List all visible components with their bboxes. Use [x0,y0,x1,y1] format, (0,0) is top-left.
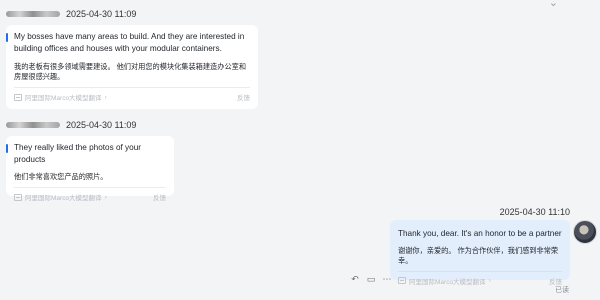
message-timestamp: 2025-04-30 11:10 [499,207,570,217]
translate-icon [14,193,22,201]
feedback-link[interactable]: 反馈 [153,192,166,202]
translate-icon [14,93,22,101]
message-bubble[interactable]: My bosses have many areas to build. And … [6,25,258,109]
translation-footer: 阿里国际Marco大模型翻译 › 反馈 [14,192,166,202]
feedback-link[interactable]: 反馈 [549,276,562,286]
translated-text: 我的老板有很多领域需要建设。 他们对用您的模块化集装箱建造办公室和房屋很感兴趣。 [14,62,247,81]
original-text: They really liked the photos of your pro… [14,143,141,164]
reply-icon[interactable]: ↶ [350,274,360,284]
message-bubble[interactable]: Thank you, dear. It's an honor to be a p… [390,220,570,286]
quote-icon[interactable]: ▭ [366,274,376,284]
divider [14,87,250,88]
scroll-chevron-icon[interactable]: ⌄ [549,0,558,9]
translator-label: 阿里国际Marco大模型翻译 [25,95,102,102]
translator-label: 阿里国际Marco大模型翻译 [409,278,486,286]
redacted-sender-name [6,11,60,17]
message-header: 2025-04-30 11:09 [6,8,258,20]
incoming-message: 2025-04-30 11:09 My bosses have many are… [6,8,258,109]
chevron-right-icon: › [488,277,491,284]
message-timestamp: 2025-04-30 11:09 [66,9,137,19]
original-text: Thank you, dear. It's an honor to be a p… [398,229,562,238]
unread-accent-bar [6,33,8,42]
divider [398,270,562,272]
avatar[interactable] [573,220,597,244]
message-actions: ↶ ▭ ⋯ [350,274,392,284]
message-timestamp: 2025-04-30 11:09 [66,120,137,130]
incoming-message: 2025-04-30 11:09 They really liked the p… [6,119,174,202]
translation-footer: 阿里国际Marco大模型翻译 › 反馈 [14,92,250,102]
translated-text: 他们非常喜欢您产品的照片。 [14,172,108,181]
divider [14,187,166,188]
translated-text: 谢谢你，亲爱的。 作为合作伙伴，我们感到非常荣幸。 [398,245,559,265]
redacted-sender-name [6,122,60,128]
more-icon[interactable]: ⋯ [382,274,392,284]
read-status: 已读 [555,287,569,294]
outgoing-message: 2025-04-30 11:10 Thank you, dear. It's a… [390,207,570,286]
original-text: My bosses have many areas to build. And … [14,32,245,53]
translation-footer: 阿里国际Marco大模型翻译 › 反馈 [398,276,562,286]
chevron-right-icon: › [104,93,107,101]
message-header: 2025-04-30 11:09 [6,119,174,131]
chevron-right-icon: › [104,193,107,201]
translator-label: 阿里国际Marco大模型翻译 [25,195,102,202]
translate-icon [398,277,406,284]
unread-accent-bar [6,144,8,153]
message-bubble[interactable]: They really liked the photos of your pro… [6,136,174,202]
feedback-link[interactable]: 反馈 [237,92,250,102]
